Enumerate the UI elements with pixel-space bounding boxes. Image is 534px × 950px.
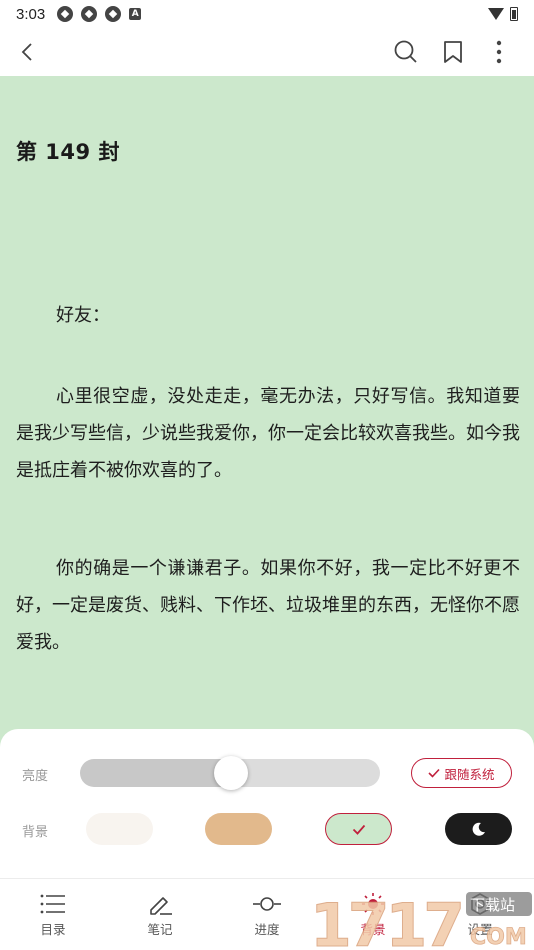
notification-icon	[81, 6, 98, 22]
wifi-icon	[488, 8, 504, 20]
follow-system-button[interactable]: 跟随系统	[411, 758, 512, 788]
watermark-suffix: 下载站	[470, 896, 515, 914]
status-time: 3:03	[16, 5, 46, 23]
list-icon	[40, 894, 65, 914]
a-badge-icon: A	[129, 8, 142, 20]
background-white-swatch[interactable]	[86, 813, 153, 845]
more-vertical-icon	[496, 40, 502, 64]
nav-item-progress[interactable]: 进度	[227, 879, 307, 950]
brightness-slider-thumb[interactable]	[214, 756, 248, 790]
site-watermark-logo: 1717 下载站 COM	[310, 891, 532, 950]
chapter-title: 第 149 封	[16, 140, 120, 164]
watermark-number: 1717	[310, 891, 461, 950]
status-bar: 3:03 A	[0, 0, 534, 28]
notification-icon	[105, 6, 122, 22]
follow-system-label: 跟随系统	[444, 766, 495, 782]
nav-label-progress: 进度	[254, 922, 280, 937]
nav-label-notes: 笔记	[147, 922, 173, 937]
bookmark-icon	[444, 41, 462, 63]
watermark-domain: COM	[470, 925, 527, 950]
top-app-bar	[0, 28, 534, 76]
bookmark-button[interactable]	[433, 28, 473, 76]
background-night-swatch[interactable]	[445, 813, 512, 845]
pen-icon	[150, 897, 172, 915]
search-icon	[394, 40, 417, 63]
back-arrow-icon	[21, 43, 32, 61]
more-options-button[interactable]	[479, 28, 519, 76]
nav-item-notes[interactable]: 笔记	[120, 879, 200, 950]
moon-icon	[472, 822, 485, 836]
background-label: 背景	[22, 825, 49, 840]
notification-icon	[57, 6, 74, 22]
battery-icon	[510, 7, 518, 21]
nav-item-contents[interactable]: 目录	[13, 879, 93, 950]
progress-icon	[253, 897, 281, 911]
selected-check-icon	[352, 824, 365, 835]
brightness-slider-fill	[80, 759, 230, 787]
paragraph-1: 心里很空虚，没处走走，毫无办法，只好写信。我知道要是我少写些信，少说些我爱你，你…	[16, 386, 520, 481]
back-button[interactable]	[8, 28, 48, 76]
paragraph-2: 你的确是一个谦谦君子。如果你不好，我一定比不好更不好，一定是废货、贱料、下作坯、…	[16, 558, 520, 653]
search-button[interactable]	[386, 28, 426, 76]
brightness-label: 亮度	[22, 769, 49, 784]
background-green-swatch[interactable]	[325, 813, 392, 845]
background-tan-swatch[interactable]	[205, 813, 272, 845]
paragraph-greeting: 好友：	[56, 305, 110, 326]
check-icon	[428, 768, 441, 778]
nav-label-contents: 目录	[40, 922, 66, 937]
